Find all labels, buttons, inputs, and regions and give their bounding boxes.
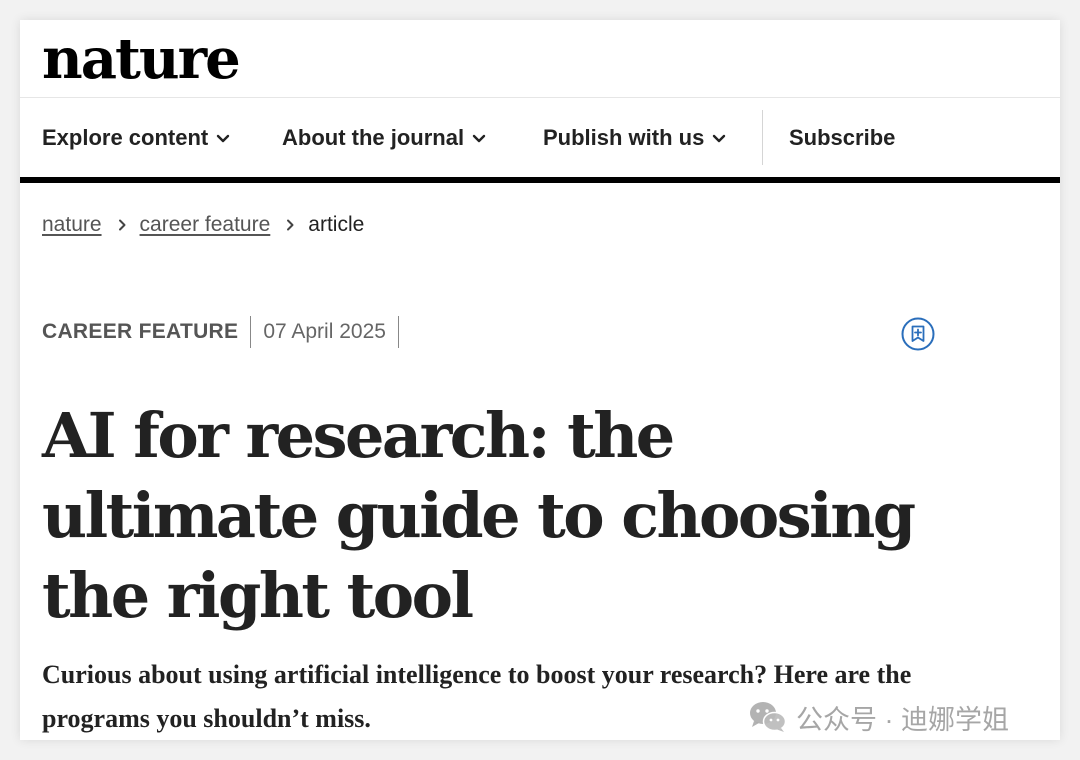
- meta-divider: [397, 316, 399, 348]
- chevron-right-icon: [118, 219, 126, 231]
- bookmark-add-icon[interactable]: [900, 316, 936, 352]
- nav-label: Subscribe: [789, 125, 896, 150]
- breadcrumb: nature career feature article: [42, 213, 364, 237]
- nav-explore-content[interactable]: Explore content: [42, 98, 230, 177]
- nav-subscribe[interactable]: Subscribe: [789, 98, 895, 177]
- article-meta: CAREER FEATURE 07 April 2025: [42, 316, 411, 348]
- chevron-down-icon: [713, 134, 726, 143]
- chevron-down-icon: [472, 134, 486, 143]
- nav-label: About the journal: [282, 125, 465, 150]
- breadcrumb-current: article: [308, 213, 365, 236]
- nav-rule: [20, 177, 1060, 183]
- article-type: CAREER FEATURE: [42, 320, 239, 343]
- breadcrumb-career-feature[interactable]: career feature: [140, 213, 271, 236]
- nav-about-journal[interactable]: About the journal: [282, 98, 486, 177]
- nature-logo[interactable]: nature: [42, 24, 241, 94]
- main-nav: Explore content About the journal Publis…: [20, 98, 1060, 177]
- meta-divider: [250, 316, 252, 348]
- nav-divider: [762, 110, 763, 165]
- watermark-text: 公众号 · 迪娜学姐: [796, 704, 1009, 735]
- wechat-icon: [750, 702, 787, 732]
- nav-label: Explore content: [42, 125, 209, 150]
- breadcrumb-nature[interactable]: nature: [42, 213, 102, 236]
- header: nature: [20, 20, 1060, 98]
- article-title: AI for research: the ultimate guide to c…: [42, 399, 916, 632]
- nav-publish-with-us[interactable]: Publish with us: [543, 98, 726, 177]
- chevron-right-icon: [287, 219, 294, 231]
- page-card: nature Explore content About the journal…: [20, 20, 1060, 740]
- publish-date: 07 April 2025: [263, 320, 386, 343]
- chevron-down-icon: [217, 134, 230, 143]
- nav-label: Publish with us: [543, 125, 705, 150]
- watermark: 公众号 · 迪娜学姐: [748, 695, 1009, 739]
